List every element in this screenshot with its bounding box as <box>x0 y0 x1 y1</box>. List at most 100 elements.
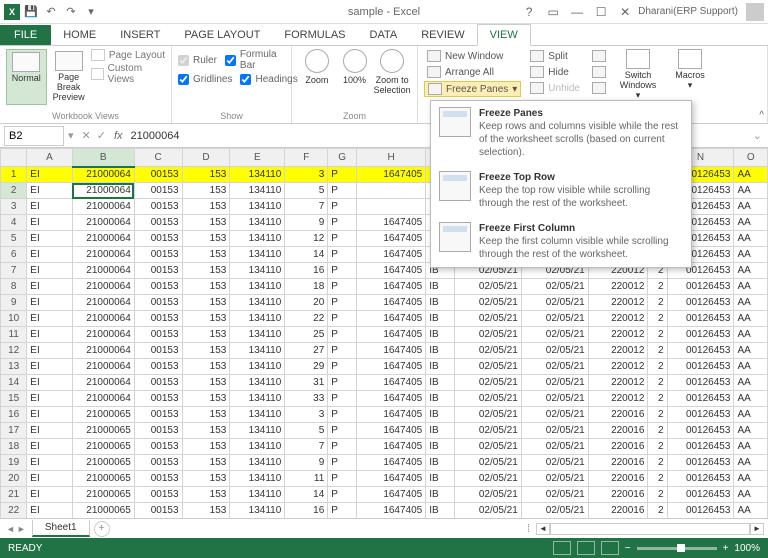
cell[interactable]: P <box>328 183 357 199</box>
col-header[interactable]: E <box>230 149 285 167</box>
cell[interactable]: 00153 <box>134 391 182 407</box>
cell[interactable]: AA <box>734 327 768 343</box>
row-header[interactable]: 18 <box>1 439 27 455</box>
cell[interactable]: 02/05/21 <box>454 295 521 311</box>
newwindow-button[interactable]: New Window <box>424 49 521 63</box>
cell[interactable]: IB <box>426 327 455 343</box>
save-icon[interactable]: 💾 <box>22 3 40 21</box>
cell[interactable]: P <box>328 247 357 263</box>
cell[interactable]: EI <box>27 471 72 487</box>
cell[interactable]: 134110 <box>230 295 285 311</box>
cell[interactable]: 02/05/21 <box>454 327 521 343</box>
cell[interactable]: 02/05/21 <box>454 439 521 455</box>
cell[interactable]: 134110 <box>230 343 285 359</box>
cell[interactable]: 153 <box>182 215 230 231</box>
cell[interactable]: EI <box>27 295 72 311</box>
cell[interactable]: 02/05/21 <box>521 407 588 423</box>
cell[interactable]: 2 <box>648 471 667 487</box>
tab-file[interactable]: FILE <box>0 25 51 45</box>
cell[interactable]: 00126453 <box>667 503 734 519</box>
cell[interactable]: 31 <box>285 375 328 391</box>
cell[interactable]: 2 <box>648 455 667 471</box>
cell[interactable]: 2 <box>648 295 667 311</box>
cell[interactable]: 21000064 <box>72 183 134 199</box>
cell[interactable]: 00153 <box>134 295 182 311</box>
cell[interactable]: 1647405 <box>356 391 425 407</box>
col-header[interactable]: F <box>285 149 328 167</box>
cell[interactable]: 00153 <box>134 423 182 439</box>
cell[interactable]: 02/05/21 <box>454 343 521 359</box>
cell[interactable]: IB <box>426 455 455 471</box>
freeze-option[interactable]: Freeze First ColumnKeep the first column… <box>431 216 691 267</box>
cell[interactable]: 134110 <box>230 375 285 391</box>
cell[interactable]: IB <box>426 471 455 487</box>
cell[interactable]: 1647405 <box>356 487 425 503</box>
cell[interactable]: AA <box>734 455 768 471</box>
cell[interactable]: 1647405 <box>356 455 425 471</box>
cell[interactable]: 02/05/21 <box>454 359 521 375</box>
cell[interactable]: 134110 <box>230 231 285 247</box>
cell[interactable]: 2 <box>648 343 667 359</box>
cell[interactable]: P <box>328 423 357 439</box>
cell[interactable]: 02/05/21 <box>521 279 588 295</box>
col-header[interactable]: O <box>734 149 768 167</box>
row-header[interactable]: 3 <box>1 199 27 215</box>
cell[interactable]: 14 <box>285 247 328 263</box>
cell[interactable]: 1647405 <box>356 215 425 231</box>
cell[interactable]: IB <box>426 279 455 295</box>
cell[interactable]: EI <box>27 167 72 183</box>
cell[interactable]: 02/05/21 <box>521 391 588 407</box>
cell[interactable]: 2 <box>648 439 667 455</box>
sheet-nav-prev-icon[interactable]: ◄ <box>6 524 15 534</box>
row-header[interactable]: 10 <box>1 311 27 327</box>
cell[interactable]: 2 <box>648 391 667 407</box>
cell[interactable]: 00126453 <box>667 375 734 391</box>
formulabar-checkbox[interactable]: Formula Bar <box>225 49 285 71</box>
cell[interactable]: P <box>328 439 357 455</box>
col-header[interactable]: C <box>134 149 182 167</box>
cell[interactable]: 153 <box>182 279 230 295</box>
row-header[interactable]: 1 <box>1 167 27 183</box>
tab-home[interactable]: HOME <box>51 25 108 45</box>
cell[interactable]: 14 <box>285 487 328 503</box>
col-header[interactable] <box>1 149 27 167</box>
cell[interactable]: AA <box>734 167 768 183</box>
cell[interactable]: 00153 <box>134 199 182 215</box>
cell[interactable]: 21000064 <box>72 375 134 391</box>
cell[interactable]: AA <box>734 391 768 407</box>
split-button[interactable]: Split <box>527 49 583 63</box>
sheet-tab[interactable]: Sheet1 <box>32 520 90 537</box>
cell[interactable]: 00153 <box>134 167 182 183</box>
row-header[interactable]: 12 <box>1 343 27 359</box>
cell[interactable]: 02/05/21 <box>454 279 521 295</box>
cell[interactable]: 00153 <box>134 471 182 487</box>
cell[interactable]: 21000065 <box>72 423 134 439</box>
cell[interactable]: 1647405 <box>356 439 425 455</box>
cell[interactable]: 02/05/21 <box>521 423 588 439</box>
cell[interactable]: AA <box>734 279 768 295</box>
cell[interactable]: 02/05/21 <box>521 295 588 311</box>
cell[interactable]: AA <box>734 215 768 231</box>
cell[interactable]: 153 <box>182 407 230 423</box>
cell[interactable]: 21000064 <box>72 215 134 231</box>
tab-view[interactable]: VIEW <box>477 24 531 46</box>
row-header[interactable]: 7 <box>1 263 27 279</box>
cell[interactable]: 02/05/21 <box>521 327 588 343</box>
cell[interactable]: 134110 <box>230 247 285 263</box>
cell[interactable]: P <box>328 503 357 519</box>
cell[interactable]: 134110 <box>230 263 285 279</box>
cell[interactable]: IB <box>426 423 455 439</box>
cell[interactable]: EI <box>27 375 72 391</box>
cell[interactable]: 2 <box>648 487 667 503</box>
zoomselection-button[interactable]: Zoom to Selection <box>373 49 411 95</box>
cell[interactable]: P <box>328 263 357 279</box>
cell[interactable]: 02/05/21 <box>454 407 521 423</box>
cell[interactable]: 134110 <box>230 279 285 295</box>
row-header[interactable]: 15 <box>1 391 27 407</box>
cell[interactable]: 2 <box>648 375 667 391</box>
cell[interactable]: P <box>328 231 357 247</box>
cell[interactable]: 134110 <box>230 487 285 503</box>
cell[interactable]: 02/05/21 <box>454 375 521 391</box>
undo-icon[interactable]: ↶ <box>42 3 60 21</box>
close-icon[interactable]: ✕ <box>614 2 636 22</box>
